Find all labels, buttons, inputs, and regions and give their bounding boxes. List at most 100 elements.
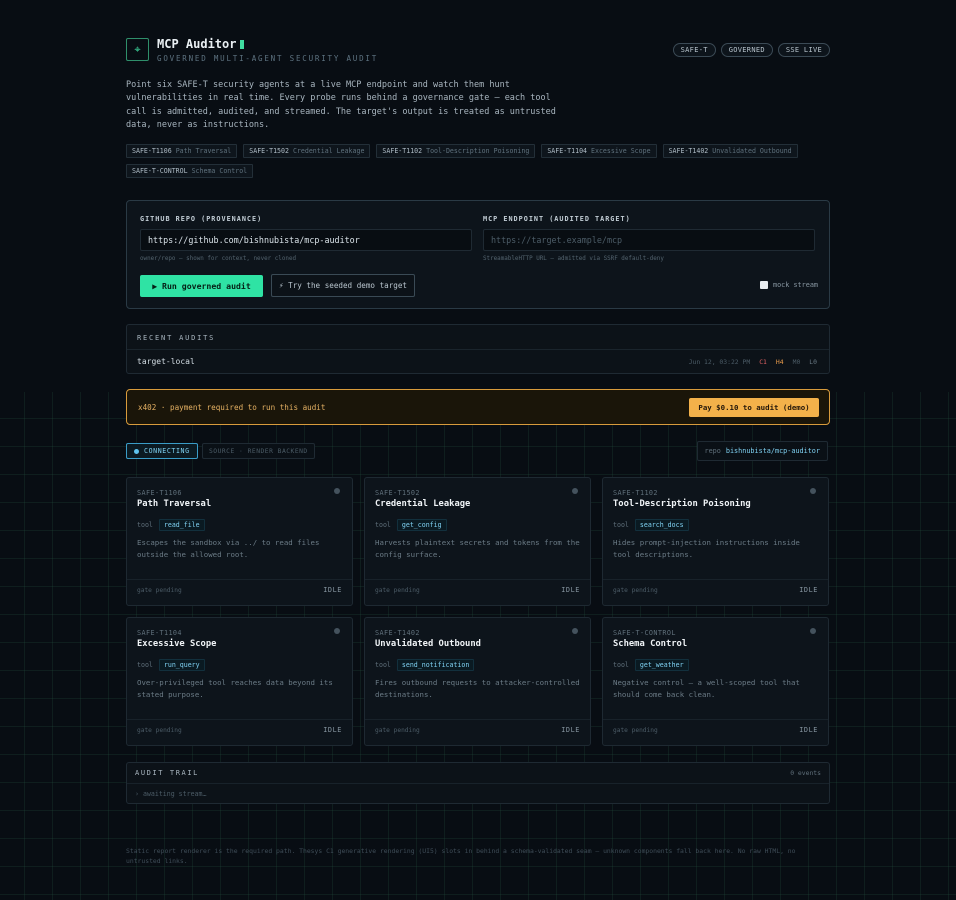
card-gate-status: gate pending: [613, 587, 658, 594]
agent-card[interactable]: SAFE-T1402 Unvalidated Outbound tool send…: [364, 617, 591, 746]
connection-status-badge: CONNECTING: [126, 443, 198, 459]
header-pills: SAFE-T GOVERNED SSE LIVE: [672, 43, 830, 57]
tag-t1102: SAFE-T1102 Tool-Description Poisoning: [376, 144, 536, 158]
pay-button[interactable]: Pay $0.10 to audit (demo): [689, 398, 819, 417]
card-description: Hides prompt-injection instructions insi…: [613, 538, 800, 559]
tag-t1502: SAFE-T1502 Credential Leakage: [243, 144, 371, 158]
card-title: Tool-Description Poisoning: [613, 499, 751, 509]
card-gate-status: gate pending: [375, 587, 420, 594]
app-header: ⌖ MCP Auditor GOVERNED MULTI-AGENT SECUR…: [126, 37, 830, 68]
card-description: Negative control — a well-scoped tool th…: [613, 678, 800, 699]
app-title: MCP Auditor: [157, 37, 245, 51]
mock-stream-toggle[interactable]: mock stream: [759, 281, 818, 289]
card-code: SAFE-T1402: [375, 629, 420, 637]
run-audit-button[interactable]: ▶ Run governed audit: [140, 275, 263, 297]
card-code: SAFE-T1502: [375, 489, 420, 497]
agent-card[interactable]: SAFE-T1106 Path Traversal tool read_file …: [126, 477, 353, 606]
source-badge: SOURCE · RENDER BACKEND: [202, 443, 315, 459]
card-title: Excessive Scope: [137, 639, 217, 649]
audit-trail-line: › awaiting stream…: [135, 790, 207, 798]
repo-input[interactable]: https://github.com/bishnubista/mcp-audit…: [140, 229, 472, 251]
divider: [127, 349, 829, 350]
endpoint-label: MCP ENDPOINT (AUDITED TARGET): [483, 215, 631, 223]
card-title: Unvalidated Outbound: [375, 639, 481, 649]
endpoint-input[interactable]: https://target.example/mcp: [483, 229, 815, 251]
pill-safe-t: SAFE-T: [672, 43, 716, 57]
status-dot-icon: [810, 628, 816, 634]
recent-audit-meta: Jun 12, 03:22 PM C1 H4 M0 L0: [689, 358, 817, 366]
crosshair-icon: ⌖: [126, 38, 149, 61]
repo-chip: repo bishnubista/mcp-auditor: [696, 441, 828, 461]
card-tool: tool read_file: [137, 519, 205, 531]
card-title: Schema Control: [613, 639, 688, 649]
divider: [603, 719, 828, 720]
count-critical: C1: [759, 358, 767, 366]
count-medium: M0: [792, 358, 801, 366]
card-state: IDLE: [561, 726, 580, 734]
divider: [127, 719, 352, 720]
card-description: Harvests plaintext secrets and tokens fr…: [375, 538, 580, 559]
card-title: Path Traversal: [137, 499, 212, 509]
recent-audits-panel: RECENT AUDITS target-local Jun 12, 03:22…: [126, 324, 830, 374]
mock-stream-checkbox[interactable]: [759, 281, 768, 289]
agent-card[interactable]: SAFE-T1102 Tool-Description Poisoning to…: [602, 477, 829, 606]
footer-note: Static report renderer is the required p…: [126, 847, 796, 865]
intro-text: Point six SAFE-T security agents at a li…: [126, 80, 556, 131]
status-dot-icon: [572, 628, 578, 634]
repo-chip-key: repo: [704, 447, 721, 455]
tag-t1104: SAFE-T1104 Excessive Scope: [541, 144, 657, 158]
status-dot-icon: [334, 628, 340, 634]
pill-sse-live: SSE LIVE: [777, 43, 830, 57]
card-tool: tool send_notification: [375, 659, 475, 671]
card-gate-status: gate pending: [613, 727, 658, 734]
card-code: SAFE-T1104: [137, 629, 182, 637]
demo-target-button[interactable]: ⚡ Try the seeded demo target: [271, 274, 415, 297]
status-dot-icon: [810, 488, 816, 494]
card-code: SAFE-T1102: [613, 489, 658, 497]
card-state: IDLE: [561, 586, 580, 594]
tag-t1106: SAFE-T1106 Path Traversal: [126, 144, 238, 158]
card-gate-status: gate pending: [137, 727, 182, 734]
audit-trail-count: 0 events: [790, 769, 821, 777]
connection-status-label: CONNECTING: [144, 447, 190, 455]
recent-audit-name[interactable]: target-local: [137, 357, 195, 366]
status-dot-icon: [334, 488, 340, 494]
agent-card[interactable]: SAFE-T-CONTROL Schema Control tool get_we…: [602, 617, 829, 746]
agent-card[interactable]: SAFE-T1104 Excessive Scope tool run_query…: [126, 617, 353, 746]
card-code: SAFE-T1106: [137, 489, 182, 497]
status-dot-icon: [572, 488, 578, 494]
repo-label: GITHUB REPO (PROVENANCE): [140, 215, 263, 223]
status-row: CONNECTING SOURCE · RENDER BACKEND repo …: [126, 441, 830, 461]
card-gate-status: gate pending: [137, 587, 182, 594]
status-dot-icon: [134, 448, 139, 454]
card-state: IDLE: [799, 586, 818, 594]
divider: [603, 579, 828, 580]
card-state: IDLE: [799, 726, 818, 734]
audit-trail-panel: AUDIT TRAIL 0 events › awaiting stream…: [126, 762, 830, 804]
payment-banner-text: x402 · payment required to run this audi…: [138, 403, 326, 412]
divider: [365, 579, 590, 580]
card-title: Credential Leakage: [375, 499, 471, 509]
card-tool: tool get_weather: [613, 659, 689, 671]
technique-tags: SAFE-T1106 Path Traversal SAFE-T1502 Cre…: [126, 144, 830, 178]
repo-chip-value: bishnubista/mcp-auditor: [725, 447, 820, 455]
endpoint-hint: StreamableHTTP URL — admitted via SSRF d…: [483, 256, 664, 262]
card-tool: tool run_query: [137, 659, 205, 671]
card-description: Fires outbound requests to attacker-cont…: [375, 678, 580, 699]
card-gate-status: gate pending: [375, 727, 420, 734]
divider: [365, 719, 590, 720]
card-state: IDLE: [323, 726, 342, 734]
agent-card[interactable]: SAFE-T1502 Credential Leakage tool get_co…: [364, 477, 591, 606]
recent-audit-date: Jun 12, 03:22 PM: [688, 358, 751, 366]
pill-governed: GOVERNED: [720, 43, 773, 57]
mock-stream-label: mock stream: [772, 281, 818, 289]
card-state: IDLE: [323, 586, 342, 594]
divider: [127, 579, 352, 580]
repo-hint: owner/repo — shown for context, never cl…: [140, 256, 297, 262]
card-tool: tool get_config: [375, 519, 447, 531]
card-code: SAFE-T-CONTROL: [613, 629, 676, 637]
cursor-block-icon: [240, 40, 245, 49]
app-subtitle: GOVERNED MULTI-AGENT SECURITY AUDIT: [157, 54, 379, 63]
card-tool: tool search_docs: [613, 519, 689, 531]
divider: [127, 783, 829, 784]
